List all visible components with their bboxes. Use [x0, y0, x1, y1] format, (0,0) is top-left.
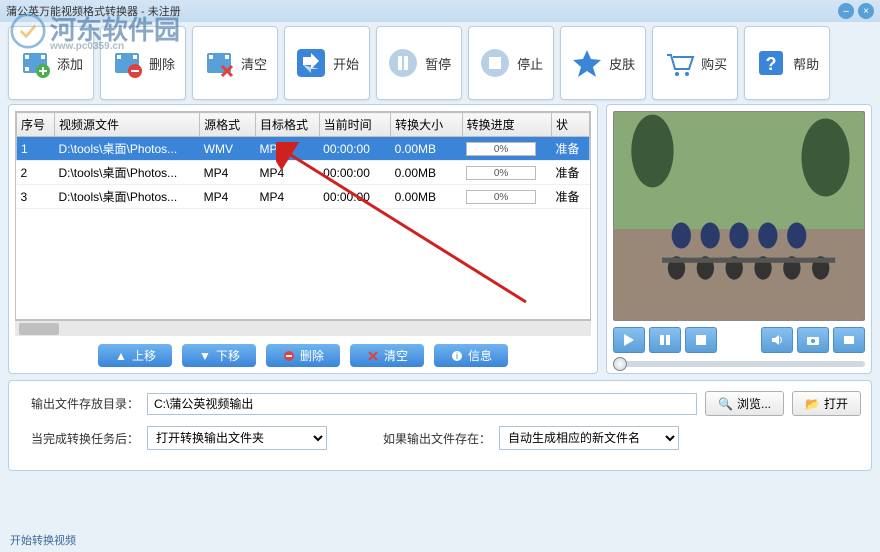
move-down-button[interactable]: ▼下移: [182, 344, 256, 367]
file-exists-label: 如果输出文件存在：: [383, 430, 491, 447]
output-settings-panel: 输出文件存放目录： 🔍浏览... 📂打开 当完成转换任务后： 打开转换输出文件夹…: [8, 380, 872, 471]
start-button[interactable]: 开始: [284, 26, 370, 100]
preview-stop-button[interactable]: [685, 327, 717, 353]
horizontal-scrollbar[interactable]: [15, 320, 591, 336]
list-delete-button[interactable]: 删除: [266, 344, 340, 367]
file-table[interactable]: 序号视频源文件源格式目标格式当前时间转换大小转换进度状 1D:\tools\桌面…: [16, 112, 590, 209]
folder-search-icon: 🔍: [718, 397, 733, 411]
minimize-button[interactable]: –: [838, 3, 854, 19]
add-button[interactable]: 添加: [8, 26, 94, 100]
pause-button[interactable]: 暂停: [376, 26, 462, 100]
open-folder-button[interactable]: 📂打开: [792, 391, 861, 416]
pause-icon: [387, 47, 419, 79]
col-header[interactable]: 当前时间: [319, 113, 390, 137]
col-header[interactable]: 序号: [17, 113, 55, 137]
col-header[interactable]: 转换进度: [462, 113, 551, 137]
browse-button[interactable]: 🔍浏览...: [705, 391, 784, 416]
table-row[interactable]: 2D:\tools\桌面\Photos...MP4MP400:00:000.00…: [17, 161, 590, 185]
start-convert-icon: [295, 47, 327, 79]
output-dir-label: 输出文件存放目录：: [19, 395, 139, 412]
col-header[interactable]: 转换大小: [391, 113, 462, 137]
help-icon: ?: [755, 47, 787, 79]
col-header[interactable]: 状: [551, 113, 589, 137]
seek-slider[interactable]: [613, 361, 865, 367]
file-list-panel: 序号视频源文件源格式目标格式当前时间转换大小转换进度状 1D:\tools\桌面…: [8, 104, 598, 374]
col-header[interactable]: 视频源文件: [54, 113, 199, 137]
svg-text:i: i: [456, 351, 458, 361]
stop-button[interactable]: 停止: [468, 26, 554, 100]
file-exists-select[interactable]: 自动生成相应的新文件名: [499, 426, 679, 450]
app-title: 蒲公英万能视频格式转换器 - 未注册: [6, 3, 181, 19]
table-row[interactable]: 1D:\tools\桌面\Photos...WMVMP400:00:000.00…: [17, 137, 590, 161]
output-dir-input[interactable]: [147, 393, 697, 415]
volume-button[interactable]: [761, 327, 793, 353]
move-up-button[interactable]: ▲上移: [98, 344, 172, 367]
main-toolbar: 添加 删除 清空 开始 暂停 停止 皮肤 购买 ? 帮助: [8, 26, 872, 100]
list-clear-button[interactable]: 清空: [350, 344, 424, 367]
fullscreen-button[interactable]: [833, 327, 865, 353]
col-header[interactable]: 目标格式: [256, 113, 320, 137]
close-button[interactable]: ×: [858, 3, 874, 19]
arrow-down-icon: ▼: [198, 349, 212, 363]
video-preview[interactable]: [613, 111, 865, 321]
folder-open-icon: 📂: [805, 397, 820, 411]
after-complete-label: 当完成转换任务后：: [19, 430, 139, 447]
stop-icon: [479, 47, 511, 79]
preview-pause-button[interactable]: [649, 327, 681, 353]
help-button[interactable]: ? 帮助: [744, 26, 830, 100]
buy-button[interactable]: 购买: [652, 26, 738, 100]
add-film-icon: [19, 47, 51, 79]
delete-button[interactable]: 删除: [100, 26, 186, 100]
delete-film-icon: [111, 47, 143, 79]
svg-text:?: ?: [766, 54, 777, 74]
play-button[interactable]: [613, 327, 645, 353]
table-row[interactable]: 3D:\tools\桌面\Photos...MP4MP400:00:000.00…: [17, 185, 590, 209]
x-icon: [366, 349, 380, 363]
preview-panel: [606, 104, 872, 374]
skin-button[interactable]: 皮肤: [560, 26, 646, 100]
info-button[interactable]: i信息: [434, 344, 508, 367]
clear-film-icon: [203, 47, 235, 79]
star-icon: [571, 47, 603, 79]
info-icon: i: [450, 349, 464, 363]
status-bar: 开始转换视频: [10, 532, 76, 548]
after-complete-select[interactable]: 打开转换输出文件夹: [147, 426, 327, 450]
arrow-up-icon: ▲: [114, 349, 128, 363]
minus-icon: [282, 349, 296, 363]
snapshot-button[interactable]: [797, 327, 829, 353]
col-header[interactable]: 源格式: [200, 113, 256, 137]
titlebar: 蒲公英万能视频格式转换器 - 未注册 – ×: [0, 0, 880, 22]
clear-button[interactable]: 清空: [192, 26, 278, 100]
cart-icon: [663, 47, 695, 79]
